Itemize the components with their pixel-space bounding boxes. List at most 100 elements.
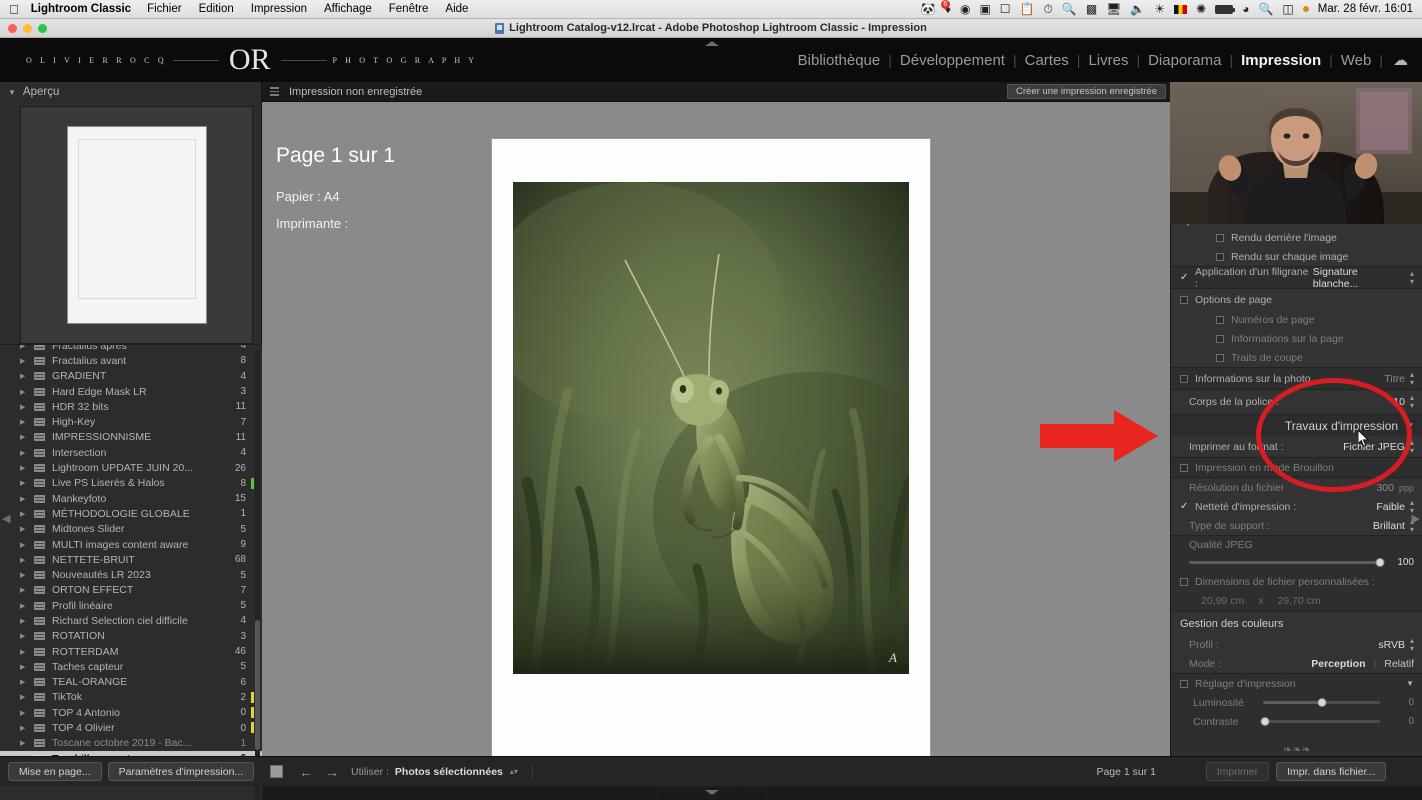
folder-scrollbar-thumb[interactable] <box>255 620 260 750</box>
watermark-preset-value[interactable]: Signature blanche... <box>1313 266 1405 290</box>
chevron-down-icon[interactable]: ▼ <box>1406 679 1414 688</box>
folder-expand-icon[interactable]: ▶ <box>20 388 25 396</box>
folder-row[interactable]: ▶ ROTATION 3 <box>0 629 262 644</box>
binoculars-icon[interactable]: 🔍 <box>1062 3 1077 15</box>
folder-row[interactable]: ▶ Nouveautés LR 2023 5 <box>0 567 262 582</box>
module-developpement[interactable]: Développement <box>892 52 1013 69</box>
module-cartes[interactable]: Cartes <box>1017 52 1077 69</box>
font-size-stepper-icon[interactable]: ▴ ▾ <box>1410 394 1414 410</box>
jpeg-quality-slider[interactable] <box>1189 557 1385 567</box>
file-resolution-value[interactable]: 300 <box>1376 482 1394 494</box>
clipboard-icon[interactable]: 📋 <box>1020 3 1035 15</box>
contrast-slider[interactable] <box>1260 716 1380 726</box>
module-web[interactable]: Web <box>1333 52 1380 69</box>
folder-row[interactable]: ▶ Lightroom UPDATE JUIN 20... 26 <box>0 460 262 475</box>
page-options-checkbox[interactable] <box>1180 295 1188 304</box>
brightness-slider-knob[interactable] <box>1317 697 1326 707</box>
preview-panel-header[interactable]: ▼ Aperçu <box>0 82 261 102</box>
print-button[interactable]: Imprimer <box>1205 762 1270 781</box>
photo-info-value[interactable]: Titre <box>1384 373 1405 385</box>
use-value[interactable]: Photos sélectionnées <box>395 766 503 778</box>
folder-row[interactable]: ▶ Mankeyfoto 15 <box>0 491 262 506</box>
menu-impression[interactable]: Impression <box>251 3 307 15</box>
print-sharpening-row[interactable]: ✓ Netteté d'impression : Faible ▴ ▾ <box>1171 497 1422 516</box>
photo-info-checkbox[interactable] <box>1180 374 1188 383</box>
menu-edition[interactable]: Edition <box>199 3 234 15</box>
brightness-row[interactable]: Luminosité 0 <box>1171 693 1422 712</box>
moon-icon[interactable]: ☀ <box>1154 3 1165 15</box>
chevron-down-icon[interactable]: ▼ <box>8 88 16 97</box>
media-type-value[interactable]: Brillant <box>1373 520 1405 532</box>
folder-row[interactable]: ▶ MÉTHODOLOGIE GLOBALE 1 <box>0 506 262 521</box>
folder-row[interactable]: ▶ IMPRESSIONNISME 11 <box>0 430 262 445</box>
folder-expand-icon[interactable]: ▶ <box>20 541 25 549</box>
folder-expand-icon[interactable]: ▶ <box>20 663 25 671</box>
folder-row[interactable]: ▶ ROTTERDAM 46 <box>0 644 262 659</box>
folder-row[interactable]: ▶ MULTI images content aware 9 <box>0 537 262 552</box>
menu-fichier[interactable]: Fichier <box>147 3 182 15</box>
folder-expand-icon[interactable]: ▶ <box>20 571 25 579</box>
folder-expand-icon[interactable]: ▶ <box>20 648 25 656</box>
folder-expand-icon[interactable]: ▶ <box>20 418 25 426</box>
crop-marks-row[interactable]: Traits de coupe <box>1171 348 1422 367</box>
folder-list[interactable]: ▶ Fractalius après 4 ▶ Fractalius avant 8 ▶ GRA… <box>0 344 262 800</box>
folder-expand-icon[interactable]: ▶ <box>20 525 25 533</box>
menu-bar-clock[interactable]: Mar. 28 févr. 16:01 <box>1318 3 1413 15</box>
contrast-row[interactable]: Contraste 0 <box>1171 712 1422 731</box>
watermark-row[interactable]: ✓ Application d'un filigrane : Signature… <box>1171 266 1422 290</box>
folder-row[interactable]: ▶ HDR 32 bits 11 <box>0 399 262 414</box>
font-size-value[interactable]: 10 <box>1393 396 1405 408</box>
page-options-row[interactable]: Options de page <box>1171 289 1422 310</box>
folder-expand-icon[interactable]: ▶ <box>20 724 25 732</box>
rendering-intent-relatif[interactable]: Relatif <box>1384 658 1414 670</box>
folder-row[interactable]: ▶ TOP 4 Antonio 0 <box>0 705 262 720</box>
folder-expand-icon[interactable]: ▶ <box>20 372 25 380</box>
photo-cell[interactable]: A <box>513 182 909 674</box>
display-icon[interactable]: 🖥 <box>1106 3 1121 15</box>
menu-affichage[interactable]: Affichage <box>324 3 372 15</box>
print-to-value[interactable]: Fichier JPEG <box>1343 441 1405 453</box>
folder-expand-icon[interactable]: ▶ <box>20 433 25 441</box>
file-resolution-row[interactable]: Résolution du fichier 300 ppp <box>1171 478 1422 497</box>
right-panel-collapse-icon[interactable]: ▶ <box>1412 512 1420 525</box>
folder-expand-icon[interactable]: ▶ <box>20 617 25 625</box>
folder-expand-icon[interactable]: ▶ <box>20 556 25 564</box>
folder-expand-icon[interactable]: ▶ <box>20 345 25 350</box>
render-behind-checkbox[interactable] <box>1216 233 1224 242</box>
clock-icon[interactable]: ⏱ <box>1044 3 1053 15</box>
folder-row[interactable]: ▶ Richard Selection ciel difficile 4 <box>0 613 262 628</box>
apple-icon[interactable]:  <box>9 3 19 16</box>
print-jobs-section-header[interactable]: Travaux d'impression ▼ <box>1171 415 1422 436</box>
print-adjustment-row[interactable]: Réglage d'impression ▼ <box>1171 674 1422 693</box>
print-to-stepper-icon[interactable]: ▴ ▾ <box>1410 438 1414 455</box>
contrast-slider-knob[interactable] <box>1260 716 1270 726</box>
folder-row[interactable]: ▶ TOP 4 Olivier 0 <box>0 720 262 735</box>
print-settings-button[interactable]: Paramètres d'impression... <box>107 762 255 781</box>
custom-dimensions-row[interactable]: Dimensions de fichier personnalisées : <box>1171 572 1422 591</box>
folder-expand-icon[interactable]: ▶ <box>20 602 25 610</box>
folder-row[interactable]: ▶ Taches capteur 5 <box>0 659 262 674</box>
screenshot-icon[interactable]: ☐ <box>1000 3 1011 15</box>
folder-row[interactable]: ▶ TEAL-ORANGE 6 <box>0 675 262 690</box>
jpeg-quality-slider-knob[interactable] <box>1375 557 1385 567</box>
page-numbers-checkbox[interactable] <box>1216 315 1224 324</box>
screen-record-icon[interactable]: ▣ <box>979 3 990 15</box>
next-page-icon[interactable]: → <box>325 764 339 780</box>
module-diaporama[interactable]: Diaporama <box>1140 52 1229 69</box>
maximize-icon[interactable] <box>38 24 47 33</box>
wifi-icon[interactable]: ◕ <box>1242 3 1249 15</box>
page-info-row[interactable]: Informations sur la page <box>1171 329 1422 348</box>
stats-icon[interactable]: ▩ <box>1086 3 1097 15</box>
create-saved-print-button[interactable]: Créer une impression enregistrée <box>1007 84 1166 99</box>
module-impression[interactable]: Impression <box>1233 52 1329 69</box>
close-icon[interactable] <box>8 24 17 33</box>
custom-dimensions-values-row[interactable]: 20,99 cm x 29,70 cm <box>1171 591 1422 611</box>
folder-expand-icon[interactable]: ▶ <box>20 586 25 594</box>
module-bibliotheque[interactable]: Bibliothèque <box>790 52 889 69</box>
menu-aide[interactable]: Aide <box>445 3 468 15</box>
page-numbers-row[interactable]: Numéros de page <box>1171 310 1422 329</box>
page-info-checkbox[interactable] <box>1216 334 1224 343</box>
custom-dimension-height[interactable]: 29,70 cm <box>1277 595 1320 607</box>
profile-stepper-icon[interactable]: ▴ ▾ <box>1410 636 1414 653</box>
page-setup-button[interactable]: Mise en page... <box>7 762 102 781</box>
